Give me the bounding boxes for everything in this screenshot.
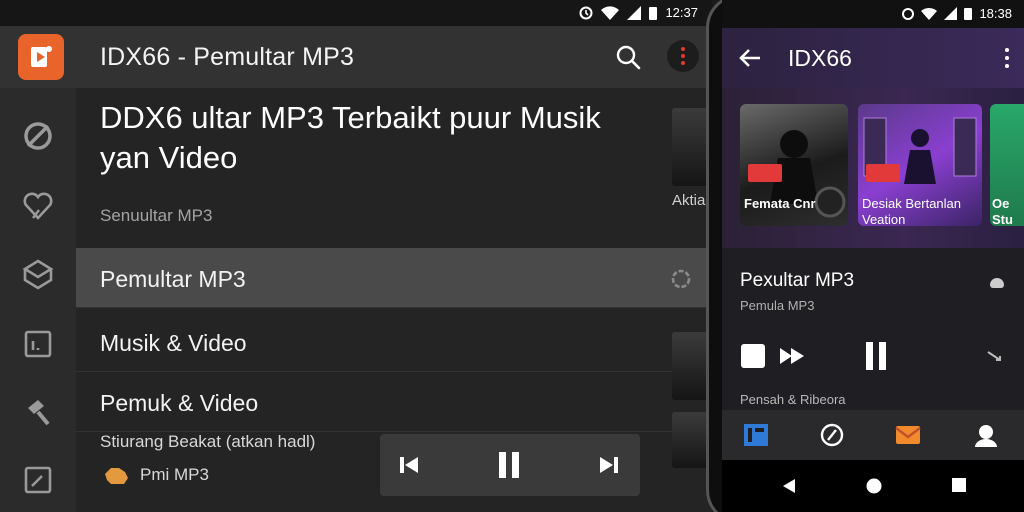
status-bar: 18:38 (722, 0, 1024, 28)
cube-icon[interactable] (20, 256, 56, 292)
footer-subtext: Pmi MP3 (140, 465, 209, 484)
album-caption: Desiak Bertanlan Veation (862, 196, 961, 227)
list-item-label: Musik & Video (100, 330, 247, 356)
disc-icon[interactable] (20, 118, 56, 154)
phone-app-bar: IDX66 (722, 28, 1024, 88)
shuffle-icon[interactable] (984, 342, 1004, 370)
footer-text: Stiurang Beakat (atkan hadl) (100, 432, 316, 451)
more-vert-icon[interactable] (667, 40, 699, 72)
recents-square-icon[interactable] (952, 478, 966, 492)
app-title: IDX66 - Pemultar MP3 (100, 43, 355, 71)
hero-subtitle: Senuultar MP3 (100, 206, 213, 225)
back-triangle-icon[interactable] (782, 478, 796, 494)
alarm-icon (579, 6, 593, 19)
signal-icon (944, 7, 958, 20)
cast-icon[interactable] (990, 278, 1004, 288)
list-item-pemultar-mp3[interactable]: Pemultar MP3 (76, 248, 708, 308)
fast-forward-icon[interactable] (778, 342, 806, 370)
phone-screen: 18:38 IDX66 Femata Cnr Desiak Bertanlan … (722, 0, 1024, 512)
signal-icon (627, 5, 642, 20)
album-tag (748, 164, 782, 182)
heart-icon[interactable] (20, 188, 56, 224)
mini-player (380, 434, 640, 496)
list-item-label: Pemultar MP3 (100, 266, 246, 292)
list-item-musik-video[interactable]: Musik & Video (76, 312, 708, 372)
battery-icon (649, 6, 658, 20)
album-caption: Oe Stu (992, 196, 1013, 227)
bottom-nav (722, 410, 1024, 460)
album-caption: Femata Cnr (744, 196, 816, 211)
album-carousel: Femata Cnr Desiak Bertanlan Veation Oe S… (722, 88, 1024, 248)
explore-icon[interactable] (818, 422, 846, 448)
tablet-app: 12:37 IDX66 - Pemultar MP3 DDX6 ultar MP… (0, 0, 712, 512)
status-bar: 12:37 (0, 0, 712, 26)
chart-icon[interactable] (20, 326, 56, 362)
album-thumbnail-label: Aktia (672, 192, 706, 209)
stop-icon[interactable] (740, 342, 766, 370)
now-playing-subtitle: Pemula MP3 (740, 298, 815, 313)
wifi-icon (921, 8, 938, 20)
library-icon[interactable] (742, 422, 770, 448)
alarm-icon (902, 8, 915, 20)
edit-icon[interactable] (20, 462, 56, 498)
list-item-pemuk-video[interactable]: Pemuk & Video (76, 372, 708, 432)
side-nav (0, 88, 76, 512)
arrow-back-icon[interactable] (736, 44, 764, 72)
wifi-icon (601, 5, 620, 20)
settings-icon[interactable] (668, 266, 694, 292)
list-item-label: Pemuk & Video (100, 390, 259, 416)
hammer-icon[interactable] (20, 394, 56, 430)
search-icon[interactable] (614, 43, 644, 73)
hero-title: DDX6 ultar MP3 Terbaikt puur Musik yan V… (100, 100, 601, 175)
album-tag (866, 164, 900, 182)
home-circle-icon[interactable] (866, 478, 882, 494)
profile-icon[interactable] (972, 422, 1000, 448)
system-nav-bar (722, 460, 1024, 512)
pause-icon[interactable] (496, 450, 522, 480)
skip-previous-icon[interactable] (398, 450, 420, 480)
battery-icon (964, 8, 973, 20)
queue-label: Pensah & Ribeora (740, 392, 846, 407)
app-bar: IDX66 - Pemultar MP3 (0, 26, 712, 88)
status-time: 18:38 (979, 6, 1012, 21)
dog-icon (105, 468, 128, 484)
mail-icon[interactable] (894, 422, 922, 448)
pause-icon[interactable] (864, 342, 888, 370)
now-playing-title: Pexultar MP3 (740, 270, 855, 291)
phone-app-title: IDX66 (788, 45, 852, 71)
status-time: 12:37 (665, 5, 698, 20)
skip-next-icon[interactable] (598, 450, 620, 480)
play-logo-icon[interactable] (18, 34, 64, 80)
more-vert-icon[interactable] (1004, 48, 1010, 68)
